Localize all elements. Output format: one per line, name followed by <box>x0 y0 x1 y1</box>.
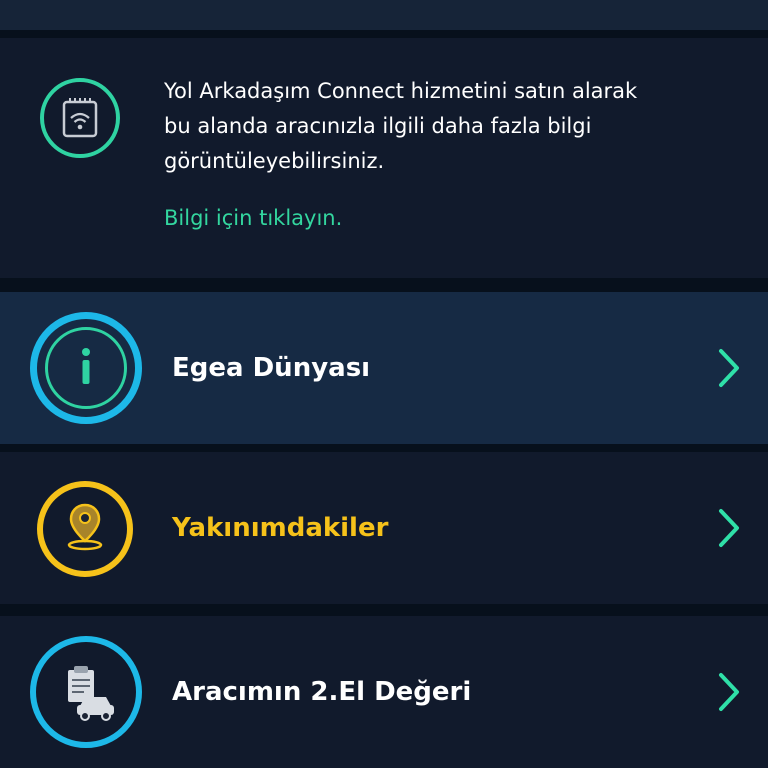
location-pin-icon <box>37 481 133 577</box>
chevron-right-icon <box>719 349 739 387</box>
menu-item-yakinimdakiler[interactable]: Yakınımdakiler <box>0 452 768 604</box>
divider <box>0 30 768 38</box>
wifi-device-icon <box>40 78 120 158</box>
chevron-right-icon <box>719 673 739 711</box>
connect-message: Yol Arkadaşım Connect hizmetini satın al… <box>164 79 638 173</box>
top-bar <box>0 0 768 30</box>
info-link[interactable]: Bilgi için tıklayın. <box>164 202 342 234</box>
divider <box>0 278 768 292</box>
menu-item-label: Egea Dünyası <box>172 353 371 383</box>
menu-item-label: Aracımın 2.El Değeri <box>172 677 472 707</box>
info-icon <box>45 327 127 409</box>
divider <box>0 604 768 616</box>
menu-item-arac-ikinci-el-degeri[interactable]: Aracımın 2.El Değeri <box>0 616 768 768</box>
divider <box>0 444 768 452</box>
menu-item-egea-dunyasi[interactable]: Egea Dünyası <box>0 292 768 444</box>
car-document-icon <box>30 636 142 748</box>
menu-item-label: Yakınımdakiler <box>172 513 389 543</box>
chevron-right-icon <box>719 509 739 547</box>
